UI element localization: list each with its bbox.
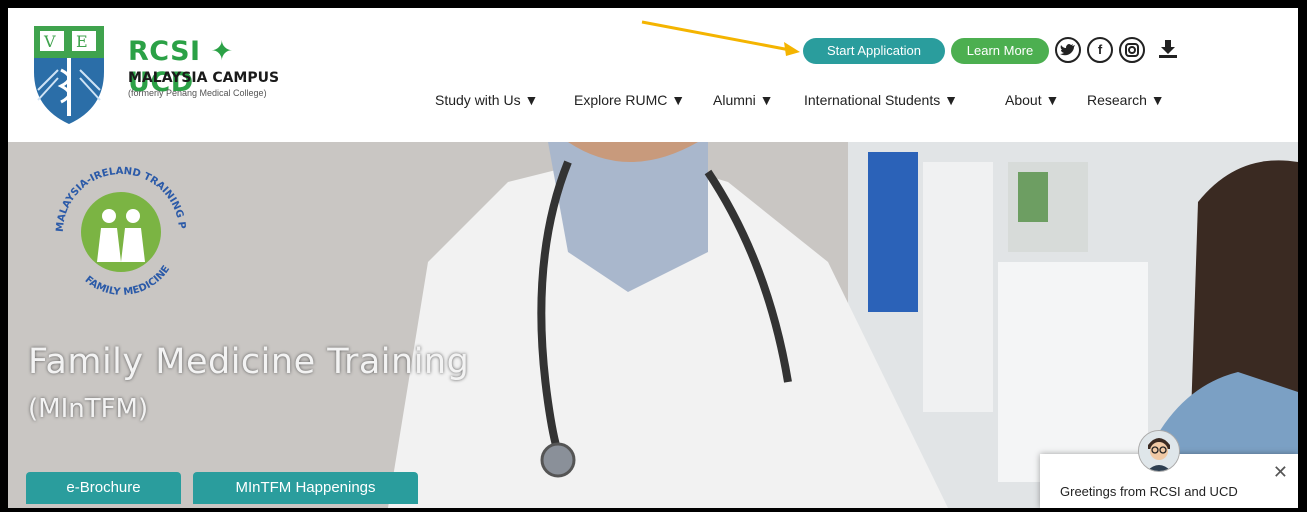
- nav-alumni[interactable]: Alumni ▼: [713, 92, 774, 108]
- svg-text:V: V: [43, 32, 56, 51]
- mintfm-happenings-button[interactable]: MInTFM Happenings: [193, 472, 418, 504]
- hero-subtitle: (MInTFM): [28, 394, 149, 424]
- family-medicine-emblem-icon: MALAYSIA-IRELAND TRAINING PROGRAMME FOR …: [28, 142, 187, 298]
- logo-subtitle: MALAYSIA CAMPUS: [128, 70, 280, 86]
- download-icon[interactable]: [1158, 38, 1178, 62]
- rcsi-ucd-crest-icon: V E: [34, 26, 104, 124]
- facebook-icon[interactable]: f: [1087, 37, 1113, 63]
- nav-about[interactable]: About ▼: [1005, 92, 1059, 108]
- hero-title: Family Medicine Training: [28, 342, 470, 382]
- annotation-arrow-icon: [641, 20, 800, 56]
- nav-international-students[interactable]: International Students ▼: [804, 92, 958, 108]
- svg-text:E: E: [76, 32, 88, 51]
- e-brochure-button[interactable]: e-Brochure: [26, 472, 181, 504]
- chat-greeting: Greetings from RCSI and UCD: [1060, 484, 1238, 499]
- site-logo[interactable]: V E RCSI ✦ UCD MALAYSIA CAMPUS (formerly…: [24, 20, 294, 130]
- mintfm-badge: MALAYSIA-IRELAND TRAINING PROGRAMME FOR …: [28, 142, 223, 310]
- close-icon[interactable]: ✕: [1273, 462, 1288, 483]
- twitter-icon[interactable]: [1055, 37, 1081, 63]
- chat-avatar[interactable]: [1138, 430, 1180, 472]
- nav-explore-rumc[interactable]: Explore RUMC ▼: [574, 92, 685, 108]
- bot-avatar-icon: [1139, 431, 1179, 471]
- browser-frame: V E RCSI ✦ UCD MALAYSIA CAMPUS (formerly…: [8, 8, 1298, 508]
- instagram-icon[interactable]: [1119, 37, 1145, 63]
- facebook-glyph: f: [1097, 42, 1103, 57]
- nav-study-with-us[interactable]: Study with Us ▼: [435, 92, 538, 108]
- nav-research[interactable]: Research ▼: [1087, 92, 1165, 108]
- site-header: V E RCSI ✦ UCD MALAYSIA CAMPUS (formerly…: [8, 8, 1298, 142]
- start-application-button[interactable]: Start Application: [803, 38, 945, 64]
- learn-more-button[interactable]: Learn More: [951, 38, 1049, 64]
- logo-tagline: (formerly Penang Medical College): [128, 88, 267, 98]
